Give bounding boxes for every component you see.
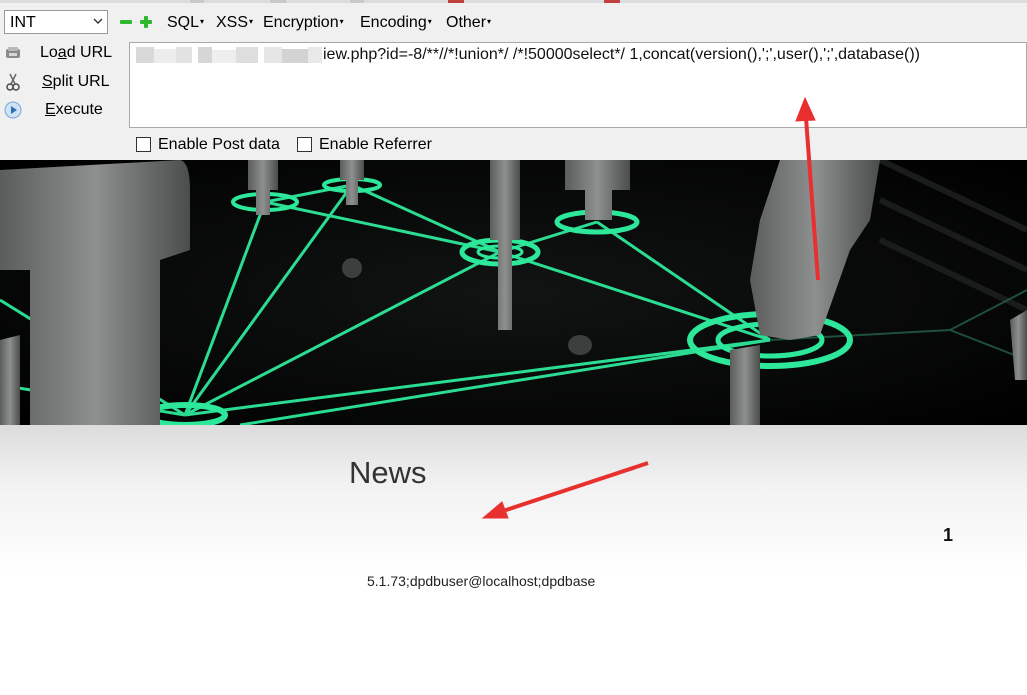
caret-down-icon: ▾ (200, 17, 205, 26)
url-text: iew.php?id=-8/**//*!union*/ /*!50000sele… (323, 46, 920, 63)
caret-down-icon: ▾ (339, 17, 344, 26)
network-banner-image (0, 160, 1027, 425)
menu-sql[interactable]: SQL▾ (167, 14, 204, 32)
menu-xss-label: XSS (216, 14, 249, 31)
result-number: 1 (943, 525, 954, 545)
split-url-label: Split URL (42, 73, 110, 90)
url-textarea[interactable]: iew.php?id=-8/**//*!union*/ /*!50000sele… (129, 42, 1027, 128)
menu-xss[interactable]: XSS▾ (216, 14, 253, 32)
enable-post-data-checkbox[interactable] (136, 137, 151, 152)
caret-down-icon: ▾ (249, 17, 254, 26)
increase-icon[interactable] (140, 16, 152, 28)
menu-encoding-label: Encoding (360, 14, 427, 31)
execute-button[interactable]: Execute (0, 99, 120, 123)
chevron-down-icon (93, 18, 103, 24)
load-url-icon (6, 47, 20, 58)
menu-encryption-label: Encryption (263, 14, 339, 31)
menu-other[interactable]: Other▾ (446, 14, 491, 32)
execute-label: Execute (45, 101, 103, 118)
type-select[interactable]: INT (4, 10, 108, 34)
decrease-icon[interactable] (120, 16, 132, 28)
injection-result-text: 5.1.73;dpdbuser@localhost;dpdbase (367, 573, 596, 589)
load-url-label: Load URL (40, 44, 113, 61)
menu-sql-label: SQL (167, 14, 200, 31)
hackbar-panel: INT SQL▾ XSS▾ Encryption▾ Encoding▾ Othe… (0, 0, 1027, 160)
menu-other-label: Other (446, 14, 487, 31)
enable-referrer-checkbox[interactable] (297, 137, 312, 152)
type-select-value: INT (10, 14, 36, 31)
tab-strip-remnant (0, 0, 1027, 3)
menu-encoding[interactable]: Encoding▾ (360, 14, 432, 32)
enable-post-data-label: Enable Post data (158, 136, 280, 153)
enable-referrer-label: Enable Referrer (319, 136, 432, 153)
load-url-button[interactable]: Load URL (0, 42, 120, 66)
caret-down-icon: ▾ (427, 17, 432, 26)
caret-down-icon: ▾ (487, 17, 492, 26)
menu-encryption[interactable]: Encryption▾ (263, 14, 344, 32)
play-icon (4, 101, 22, 119)
redacted-host (136, 47, 322, 63)
split-url-button[interactable]: Split URL (0, 71, 120, 95)
network-illustration (0, 160, 1027, 425)
scissors-icon (6, 73, 20, 91)
page-content: News 1 5.1.73;dpdbuser@localhost;dpdbase (0, 425, 1027, 695)
page-heading: News (349, 455, 427, 490)
